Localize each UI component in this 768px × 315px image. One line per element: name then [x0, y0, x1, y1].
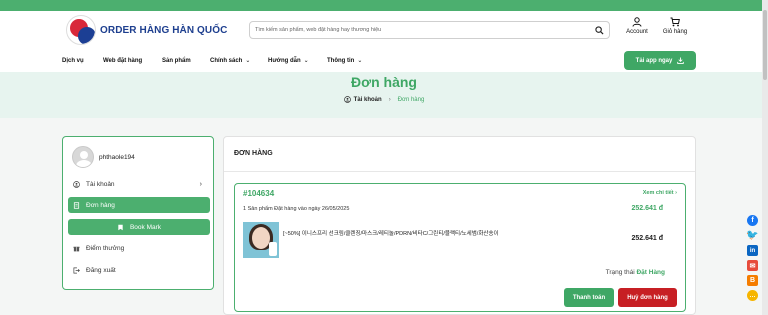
scrollbar-thumb[interactable] [763, 10, 767, 80]
blogger-icon[interactable]: B [747, 275, 758, 286]
email-icon[interactable]: ✉ [747, 260, 758, 271]
user-circle-icon [343, 96, 351, 103]
chevron-down-icon: ⌄ [357, 58, 363, 64]
site-header: ORDER HÀNG HÀN QUỐC Tìm kiếm sản phẩm, w… [0, 11, 768, 49]
order-id: #104634 [243, 189, 275, 198]
page-title: Đơn hàng [351, 74, 417, 90]
user-icon [73, 180, 80, 188]
divider [224, 171, 695, 172]
view-detail-label: Xem chi tiết [642, 190, 674, 196]
chevron-down-icon: ⌄ [245, 58, 251, 64]
document-icon [73, 201, 80, 209]
chevron-right-icon: › [675, 190, 677, 196]
nav-item-san-pham[interactable]: Sản phẩm [162, 58, 191, 64]
status-badge: Đặt Hàng [636, 269, 665, 276]
orders-title: ĐƠN HÀNG [234, 150, 273, 157]
order-status: Trạng thái Đặt Hàng [606, 269, 665, 276]
cancel-order-button[interactable]: Huỷ đơn hàng [618, 288, 677, 307]
product-image[interactable] [243, 222, 279, 258]
cart-button[interactable]: Giỏ hàng [658, 17, 692, 35]
sidebar-item-label: Book Mark [129, 223, 162, 231]
brand-name: ORDER HÀNG HÀN QUỐC [100, 24, 228, 36]
main-nav: Dịch vụ Web đặt hàng Sản phẩm Chính sách… [0, 49, 768, 72]
sidebar-item-book-mark[interactable]: Book Mark [68, 219, 210, 235]
chat-icon[interactable]: … [747, 290, 758, 301]
sidebar-item-label: Đơn hàng [86, 201, 115, 209]
nav-item-chinh-sach[interactable]: Chính sách ⌄ [210, 57, 251, 65]
logo-emblem-icon [66, 15, 96, 45]
cart-label: Giỏ hàng [662, 29, 688, 35]
nav-label: Dịch vụ [62, 57, 84, 64]
sidebar-item-don-hang[interactable]: Đơn hàng [68, 197, 210, 213]
search-input[interactable]: Tìm kiếm sản phẩm, web đặt hàng hay thươ… [249, 21, 610, 39]
facebook-icon[interactable]: f [747, 215, 758, 226]
nav-label: Sản phẩm [162, 57, 191, 64]
chevron-right-icon: › [199, 180, 202, 188]
account-sidebar: phthaole194 Tài khoản › Đơn hàng Book Ma… [62, 136, 214, 290]
logo[interactable]: ORDER HÀNG HÀN QUỐC [66, 15, 227, 45]
page-banner: Đơn hàng Tài khoản › Đơn hàng [0, 72, 768, 118]
nav-item-dich-vu[interactable]: Dịch vụ [62, 58, 84, 64]
nav-label: Chính sách [210, 57, 243, 64]
sidebar-item-label: Tài khoản [86, 180, 115, 188]
pay-button[interactable]: Thanh toán [564, 288, 614, 307]
nav-label: Hướng dẫn [268, 57, 301, 64]
nav-item-huong-dan[interactable]: Hướng dẫn ⌄ [268, 57, 309, 65]
user-icon [632, 17, 642, 27]
search-icon[interactable] [595, 25, 604, 35]
logout-icon [73, 267, 80, 273]
download-app-label: Tải app ngay [635, 57, 673, 64]
bookmark-icon [118, 224, 123, 230]
product-price: 252.641 đ [631, 235, 663, 242]
nav-item-thong-tin[interactable]: Thông tin ⌄ [327, 57, 363, 65]
nav-item-web-dat-hang[interactable]: Web đặt hàng [103, 58, 142, 64]
sidebar-item-dang-xuat[interactable]: Đăng xuất [68, 262, 210, 278]
breadcrumb-home[interactable]: Tài khoản [343, 96, 382, 103]
nav-label: Thông tin [327, 57, 355, 64]
download-app-button[interactable]: Tải app ngay [624, 51, 696, 70]
breadcrumb-home-label: Tài khoản [353, 96, 382, 103]
status-label: Trạng thái [605, 269, 635, 276]
order-meta: 1 Sản phẩm Đặt hàng vào ngày 26/05/2025 [243, 206, 350, 212]
account-button[interactable]: Account [620, 17, 654, 35]
gift-icon [73, 246, 80, 251]
download-icon [677, 57, 685, 64]
orders-panel: ĐƠN HÀNG #104634 Xem chi tiết › 1 Sản ph… [223, 136, 696, 315]
top-bar [0, 0, 768, 11]
chevron-down-icon: ⌄ [303, 58, 309, 64]
product-name[interactable]: [~50%] 이니스프리 선크림/클렌징/마스크/레티놀/PDRN/비타C/그린… [283, 230, 523, 238]
sidebar-item-diem-thuong[interactable]: Điểm thưởng [68, 240, 210, 256]
username: phthaole194 [99, 153, 135, 161]
cart-icon [670, 17, 680, 27]
order-total: 252.641 đ [631, 205, 663, 212]
user-profile: phthaole194 [72, 146, 135, 168]
avatar [72, 146, 94, 168]
account-label: Account [626, 29, 648, 35]
twitter-icon[interactable]: 🐦 [746, 230, 758, 241]
nav-label: Web đặt hàng [103, 57, 143, 64]
sidebar-item-label: Đăng xuất [86, 266, 116, 274]
view-detail-link[interactable]: Xem chi tiết › [643, 190, 677, 196]
content-area: phthaole194 Tài khoản › Đơn hàng Book Ma… [0, 118, 768, 315]
breadcrumb-current: Đơn hàng [397, 96, 425, 103]
search-placeholder: Tìm kiếm sản phẩm, web đặt hàng hay thươ… [255, 27, 382, 33]
breadcrumb: Tài khoản › Đơn hàng [0, 96, 768, 103]
chevron-right-icon: › [388, 96, 391, 103]
scrollbar[interactable] [762, 0, 768, 315]
linkedin-icon[interactable]: in [747, 245, 758, 256]
sidebar-item-label: Điểm thưởng [86, 244, 125, 252]
sidebar-item-tai-khoan[interactable]: Tài khoản › [68, 176, 210, 192]
order-card: #104634 Xem chi tiết › 1 Sản phẩm Đặt hà… [234, 183, 686, 312]
